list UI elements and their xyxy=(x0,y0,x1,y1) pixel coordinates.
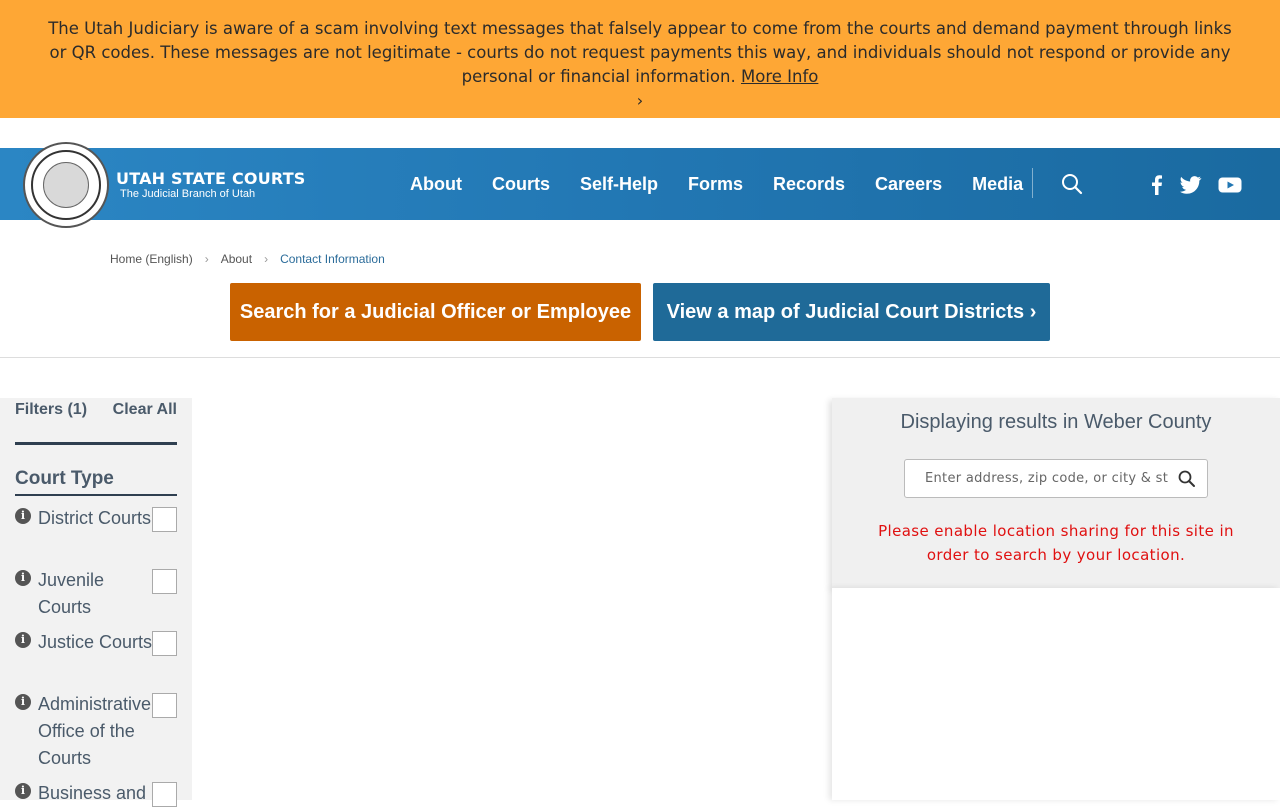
nav-item-about[interactable]: About xyxy=(410,174,462,195)
main-nav: About Courts Self-Help Forms Records Car… xyxy=(410,148,1023,220)
twitter-icon[interactable] xyxy=(1180,175,1202,195)
section-divider xyxy=(0,357,1280,358)
brand[interactable]: UTAH STATE COURTS The Judicial Branch of… xyxy=(116,170,306,201)
scam-alert-banner: The Utah Judiciary is aware of a scam in… xyxy=(0,0,1280,118)
info-icon[interactable]: i xyxy=(15,694,31,710)
more-info-link[interactable]: More Info xyxy=(741,67,818,86)
info-icon[interactable]: i xyxy=(15,570,31,586)
nav-item-forms[interactable]: Forms xyxy=(688,174,743,195)
breadcrumb-about[interactable]: About xyxy=(221,252,252,266)
nav-divider xyxy=(1032,168,1033,198)
info-icon[interactable]: i xyxy=(15,783,31,799)
nav-item-careers[interactable]: Careers xyxy=(875,174,942,195)
brand-title: UTAH STATE COURTS xyxy=(116,169,306,188)
nav-item-courts[interactable]: Courts xyxy=(492,174,550,195)
state-seal-logo[interactable] xyxy=(23,142,109,228)
filter-option-label: Justice Courts xyxy=(38,632,153,652)
clear-all-button[interactable]: Clear All xyxy=(113,401,177,419)
nav-item-records[interactable]: Records xyxy=(773,174,845,195)
chevron-right-icon[interactable]: › xyxy=(40,89,1240,113)
filter-option-label: Business and xyxy=(38,783,147,803)
view-map-button[interactable]: View a map of Judicial Court Districts › xyxy=(653,283,1050,341)
business-checkbox[interactable] xyxy=(152,782,177,807)
filters-count: Filters (1) xyxy=(15,401,88,418)
brand-subtitle: The Judicial Branch of Utah xyxy=(120,188,256,200)
filter-option-label: District Courts xyxy=(38,508,152,528)
search-officer-button[interactable]: Search for a Judicial Officer or Employe… xyxy=(230,283,641,341)
filters-header: Filters (1) Clear All xyxy=(15,401,177,419)
filter-option-label: Juvenile Courts xyxy=(38,570,105,617)
court-type-rule xyxy=(15,494,177,496)
filter-option-label: Administrative Office of the Courts xyxy=(38,694,152,768)
search-icon[interactable] xyxy=(1061,173,1083,195)
info-icon[interactable]: i xyxy=(15,508,31,524)
nav-item-self-help[interactable]: Self-Help xyxy=(580,174,658,195)
location-search-box xyxy=(904,459,1208,498)
breadcrumb: Home (English) › About › Contact Informa… xyxy=(110,252,385,266)
site-header: UTAH STATE COURTS The Judicial Branch of… xyxy=(0,142,1280,228)
breadcrumb-current: Contact Information xyxy=(280,252,385,266)
filters-header-rule xyxy=(15,442,177,445)
breadcrumb-separator-icon: › xyxy=(264,252,269,266)
facebook-icon[interactable] xyxy=(1146,175,1168,195)
alert-text: The Utah Judiciary is aware of a scam in… xyxy=(48,19,1232,86)
youtube-icon[interactable] xyxy=(1218,175,1242,195)
juvenile-courts-checkbox[interactable] xyxy=(152,569,177,594)
location-search-input[interactable] xyxy=(905,460,1169,497)
court-type-heading: Court Type xyxy=(15,468,114,489)
results-list xyxy=(832,588,1280,800)
breadcrumb-separator-icon: › xyxy=(204,252,209,266)
breadcrumb-home[interactable]: Home (English) xyxy=(110,252,193,266)
location-warning: Please enable location sharing for this … xyxy=(878,522,1234,564)
justice-courts-checkbox[interactable] xyxy=(152,631,177,656)
results-title: Displaying results in Weber County xyxy=(900,411,1212,433)
results-panel: Displaying results in Weber County Pleas… xyxy=(832,398,1280,588)
nav-item-media[interactable]: Media xyxy=(972,174,1023,195)
district-courts-checkbox[interactable] xyxy=(152,507,177,532)
info-icon[interactable]: i xyxy=(15,632,31,648)
filters-sidebar: Filters (1) Clear All Court Type i Distr… xyxy=(0,398,192,807)
search-icon[interactable] xyxy=(1177,469,1197,489)
alert-message: The Utah Judiciary is aware of a scam in… xyxy=(40,17,1240,113)
aoc-checkbox[interactable] xyxy=(152,693,177,718)
